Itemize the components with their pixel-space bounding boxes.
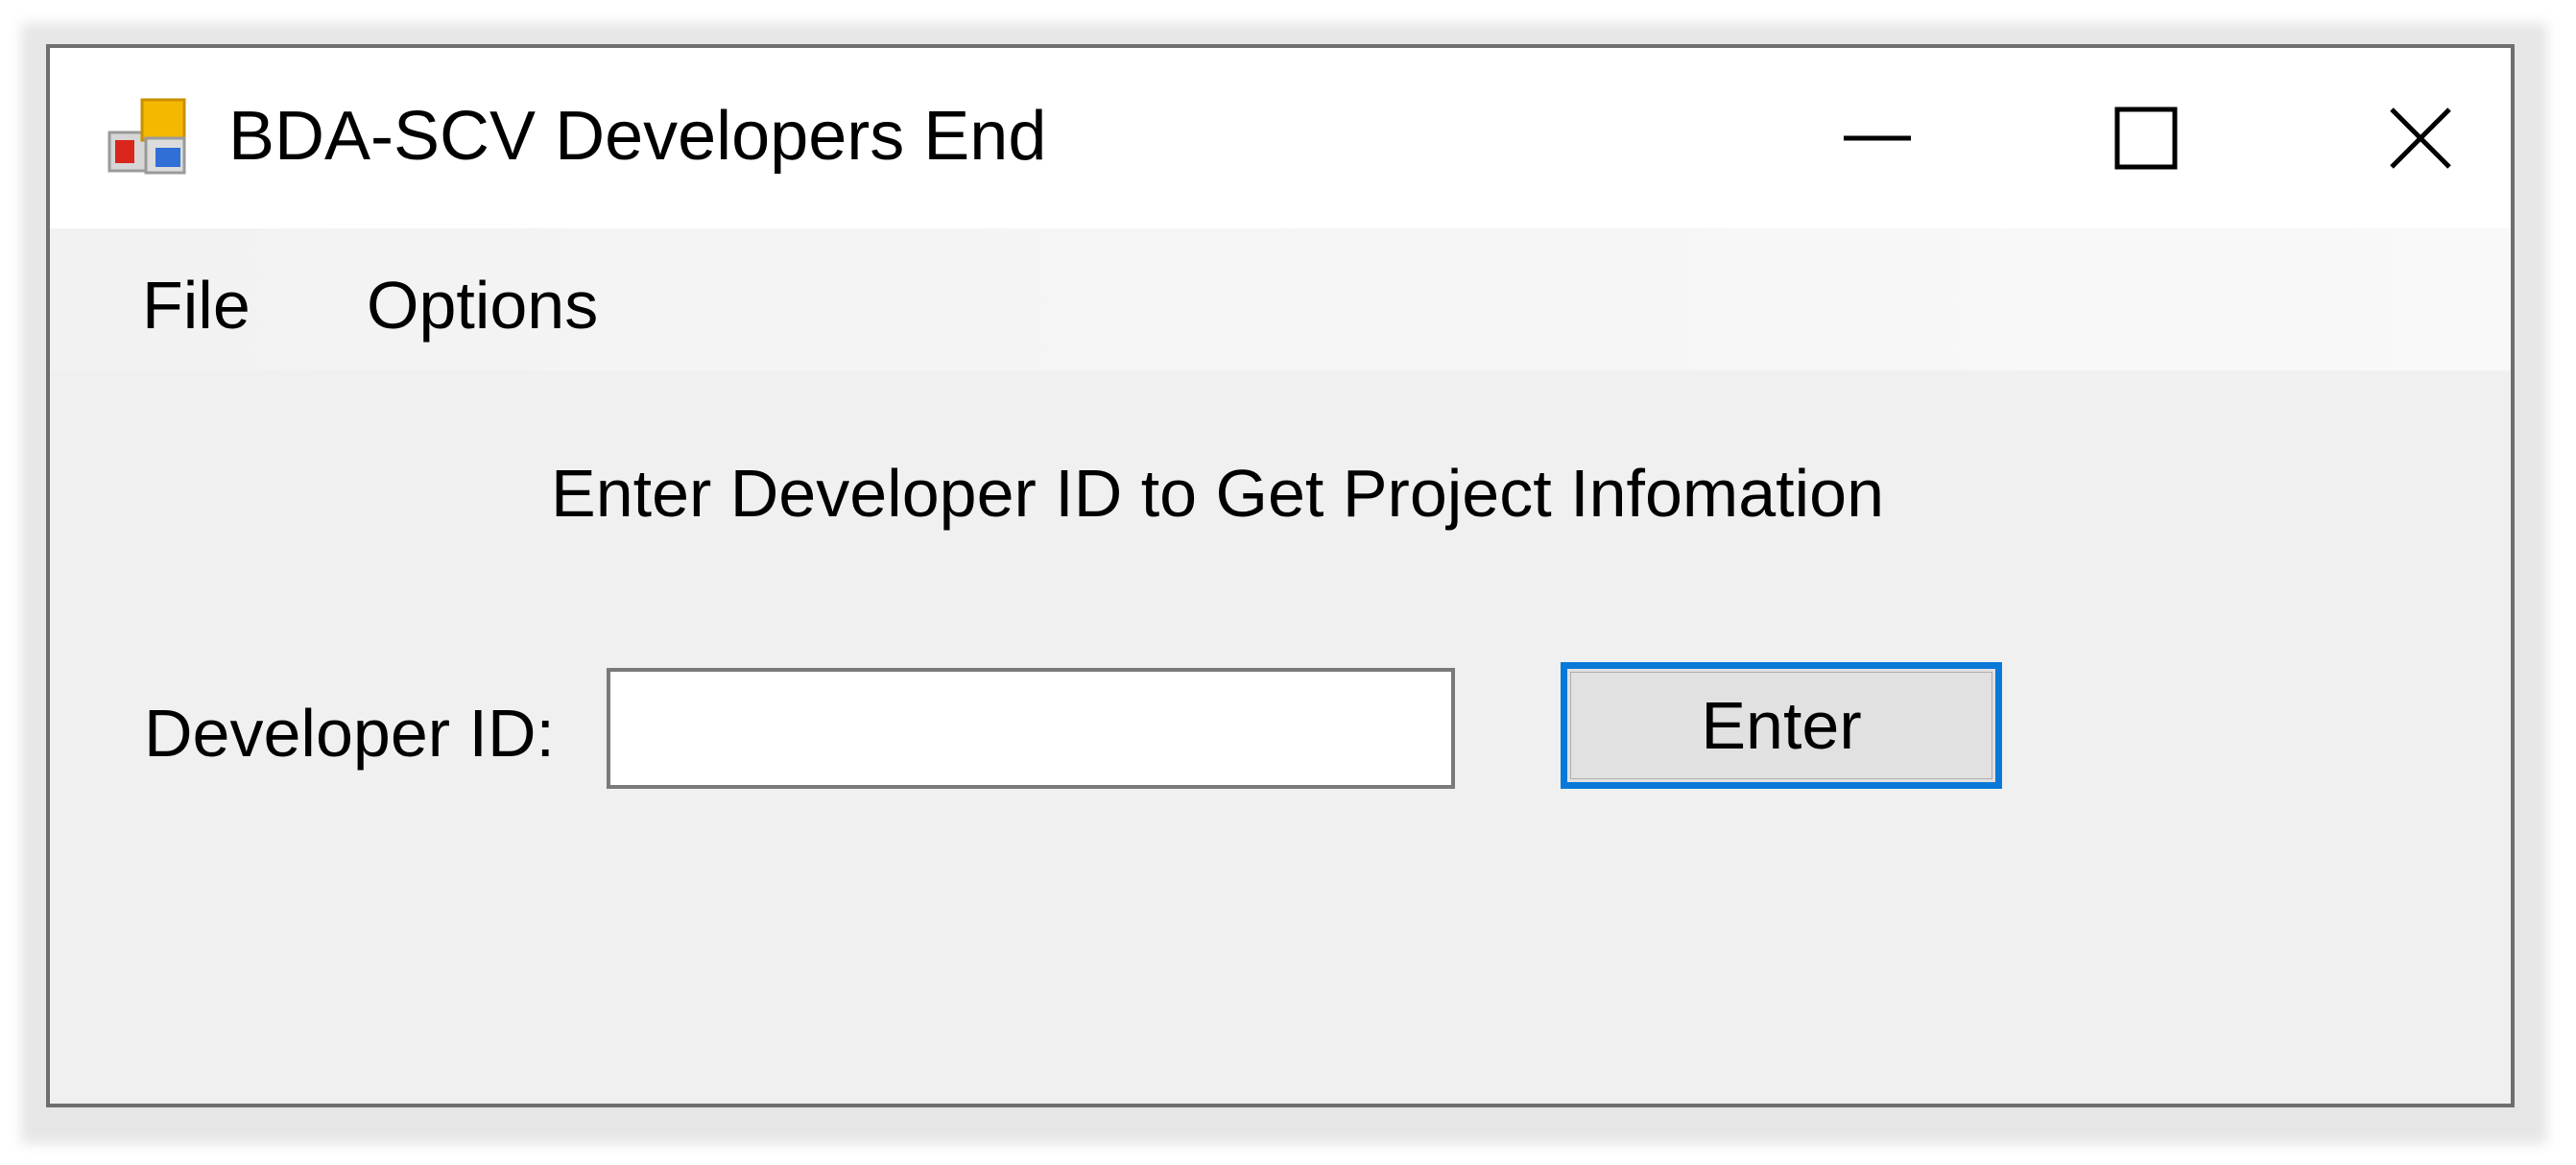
close-icon bbox=[2390, 107, 2451, 169]
close-button[interactable] bbox=[2286, 48, 2511, 228]
maximize-icon bbox=[2114, 107, 2178, 170]
window-title: BDA-SCV Developers End bbox=[228, 98, 1047, 175]
developer-id-label: Developer ID: bbox=[144, 696, 555, 771]
app-icon bbox=[107, 98, 186, 175]
menu-bar: File Options bbox=[50, 228, 2511, 370]
menu-file[interactable]: File bbox=[142, 267, 250, 344]
minimize-icon bbox=[1844, 135, 1911, 141]
instruction-heading: Enter Developer ID to Get Project Infoma… bbox=[551, 456, 1884, 531]
enter-button-label: Enter bbox=[1570, 672, 1992, 779]
enter-button[interactable]: Enter bbox=[1561, 662, 2002, 789]
screen: BDA-SCV Developers End File Options Ente… bbox=[0, 0, 2576, 1165]
title-bar[interactable]: BDA-SCV Developers End bbox=[50, 48, 2511, 228]
app-window: BDA-SCV Developers End File Options Ente… bbox=[46, 44, 2515, 1107]
maximize-button[interactable] bbox=[2012, 48, 2280, 228]
developer-id-input[interactable] bbox=[607, 668, 1455, 789]
minimize-button[interactable] bbox=[1743, 48, 2012, 228]
menu-options[interactable]: Options bbox=[367, 267, 598, 344]
